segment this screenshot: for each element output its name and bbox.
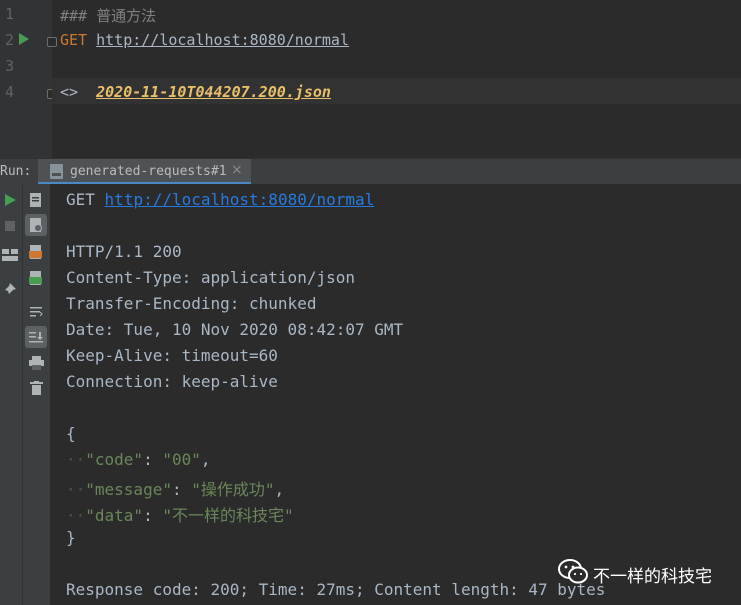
response-reference-line: <> 2020-11-10T044207.200.json [60, 83, 331, 101]
line-number: 4 [4, 83, 14, 101]
print-icon[interactable] [29, 356, 44, 370]
response-header: Connection: keep-alive [66, 372, 278, 391]
scroll-to-end-button[interactable] [25, 326, 47, 348]
line-number: 3 [4, 57, 14, 75]
run-controls-toolbar [0, 184, 23, 605]
request-file-icon [30, 218, 42, 232]
view-request-button[interactable] [25, 214, 47, 236]
response-view-toolbar [23, 184, 51, 605]
json-key: "message" [85, 480, 172, 499]
run-label: Run: [0, 164, 32, 179]
view-headers-icon[interactable] [29, 270, 43, 286]
json-comma: , [200, 450, 211, 469]
tab-label: generated-requests#1 [70, 164, 227, 179]
response-summary: Response code: 200; Time: 27ms; Content … [66, 580, 606, 599]
indent-dots: ·· [66, 506, 86, 525]
run-request-icon[interactable] [19, 33, 29, 45]
request-comment: ### 普通方法 [60, 7, 157, 25]
rerun-icon[interactable] [3, 193, 17, 207]
stop-icon[interactable] [3, 219, 17, 233]
console-request-url-link[interactable]: http://localhost:8080/normal [105, 190, 375, 209]
json-key: "data" [85, 506, 144, 525]
json-separator: : [143, 450, 163, 469]
pin-icon[interactable] [3, 282, 17, 296]
console-request-line: GET http://localhost:8080/normal [66, 190, 374, 209]
view-html-icon[interactable] [29, 244, 43, 260]
http-request-editor[interactable]: 1 2 3 4 ### 普通方法 GET http://localhost:80… [0, 0, 741, 158]
json-open-brace: { [66, 424, 76, 443]
tab-close-icon[interactable]: × [231, 162, 243, 178]
json-separator: : [143, 506, 163, 525]
watermark-text: 不一样的科技宅 [593, 567, 712, 587]
soft-wrap-icon[interactable] [29, 305, 43, 319]
json-field: ··"data": "不一样的科技宅" [66, 502, 294, 526]
http-method: GET [60, 31, 88, 49]
response-header: Keep-Alive: timeout=60 [66, 346, 278, 365]
scroll-to-end-icon [29, 332, 43, 343]
console-request-method: GET [66, 190, 95, 209]
json-value: "00" [162, 450, 201, 469]
indent-dots: ·· [66, 450, 86, 469]
line-number: 2 [4, 31, 14, 49]
line-number: 1 [4, 5, 14, 23]
json-value: "不一样的科技宅" [162, 506, 294, 525]
response-file-link[interactable]: 2020-11-10T044207.200.json [96, 83, 331, 101]
editor-gutter: 1 2 3 4 [0, 0, 57, 158]
status-line: HTTP/1.1 200 [66, 242, 182, 261]
response-console[interactable]: GET http://localhost:8080/normal HTTP/1.… [51, 184, 741, 605]
json-separator: : [171, 480, 192, 499]
response-header: Transfer-Encoding: chunked [66, 294, 317, 313]
response-header: Content-Type: application/json [66, 268, 355, 287]
clear-all-icon[interactable] [30, 381, 43, 395]
run-tool-window-header: Run: generated-requests#1 × [0, 158, 741, 185]
response-reference-icon: <> [60, 83, 79, 101]
json-field: ··"message": "操作成功", [66, 476, 284, 500]
fold-marker-icon[interactable] [47, 37, 57, 47]
request-url-link[interactable]: http://localhost:8080/normal [96, 31, 349, 49]
tab-generated-requests[interactable]: generated-requests#1 × [38, 159, 251, 185]
layout-icon[interactable] [2, 249, 18, 261]
wechat-icon [558, 559, 588, 584]
json-field: ··"code": "00", [66, 450, 211, 469]
json-comma: , [274, 480, 285, 499]
json-value: "操作成功" [191, 480, 275, 499]
request-line: GET http://localhost:8080/normal [60, 31, 349, 49]
http-file-icon [50, 164, 63, 179]
open-file-icon[interactable] [29, 192, 43, 208]
response-header: Date: Tue, 10 Nov 2020 08:42:07 GMT [66, 320, 404, 339]
json-key: "code" [85, 450, 144, 469]
json-close-brace: } [66, 528, 76, 547]
indent-dots: ·· [66, 480, 86, 499]
